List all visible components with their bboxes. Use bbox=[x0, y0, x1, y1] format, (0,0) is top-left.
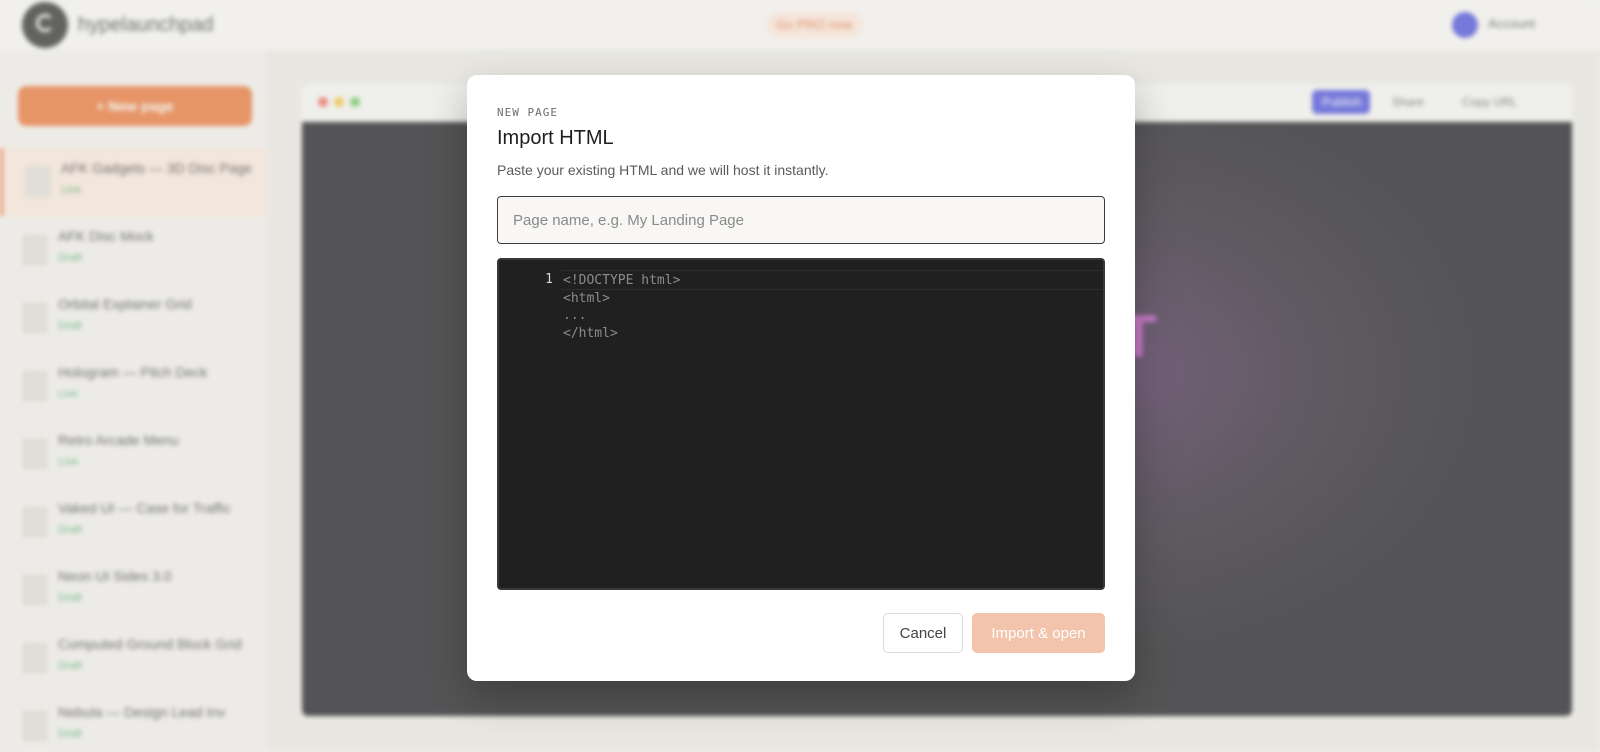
line-number-gutter: 1 bbox=[499, 260, 553, 588]
line-number: 1 bbox=[545, 272, 553, 287]
cancel-button[interactable]: Cancel bbox=[883, 613, 963, 653]
dialog-eyebrow: NEW PAGE bbox=[497, 106, 558, 119]
import-open-button[interactable]: Import & open bbox=[972, 613, 1105, 653]
dialog-subtitle: Paste your existing HTML and we will hos… bbox=[497, 162, 829, 178]
dialog-title: Import HTML bbox=[497, 127, 614, 149]
import-html-dialog: NEW PAGE Import HTML Paste your existing… bbox=[467, 75, 1135, 681]
html-code-editor[interactable]: 1 <!DOCTYPE html> <html> ... </html> bbox=[497, 258, 1105, 590]
code-placeholder: <!DOCTYPE html> <html> ... </html> bbox=[563, 273, 681, 341]
page-name-input[interactable] bbox=[497, 196, 1105, 244]
